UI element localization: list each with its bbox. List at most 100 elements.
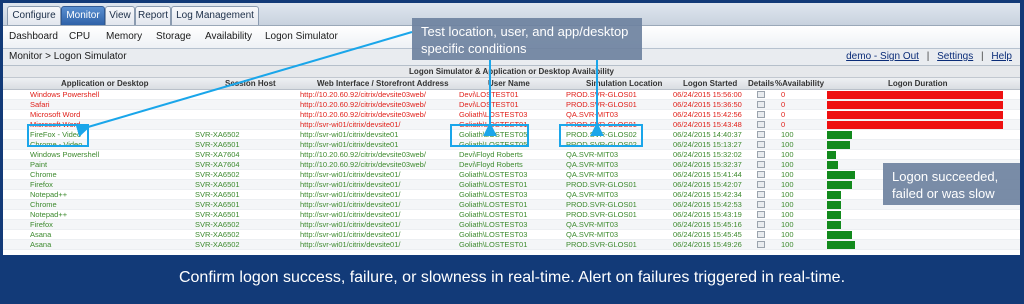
col-logon-duration[interactable]: Logon Duration [888,79,948,88]
subnav-storage[interactable]: Storage [156,31,191,42]
link-separator: | [981,51,984,62]
availability-cell: 100 [781,190,794,199]
table-row[interactable]: Firefox SVR-XA6501 http://svr-wi01/citrix/… [3,180,1020,190]
subnav-cpu[interactable]: CPU [69,31,90,42]
footer-caption: Confirm logon success, failure, or slown… [178,269,846,286]
details-icon[interactable] [757,181,765,188]
col-logon-started[interactable]: Logon Started [683,79,737,88]
table-row[interactable]: Asana SVR-XA6502 http://svr-wi01/citrix/de… [3,230,1020,240]
session-host-cell: SVR-XA7604 [195,150,240,159]
details-icon[interactable] [757,201,765,208]
simulation-location-cell: PROD.SVR-GLOS01 [566,240,637,249]
table-row[interactable]: Firefox SVR-XA6502 http://svr-wi01/citrix/… [3,220,1020,230]
details-icon[interactable] [757,221,765,228]
logon-started-cell: 06/24/2015 14:40:37 [673,130,742,139]
table-row[interactable]: Notepad++ SVR-XA6501 http://svr-wi01/citri… [3,190,1020,200]
session-host-cell: SVR-XA6501 [195,180,240,189]
help-link[interactable]: Help [991,51,1012,62]
logon-started-cell: 06/24/2015 15:49:26 [673,240,742,249]
user-name-cell: Devi\Floyd Roberts [459,160,523,169]
availability-cell: 100 [781,240,794,249]
app-cell: Windows Powershell [30,90,100,99]
logon-duration-bar [827,161,838,169]
highlight-app-box [27,124,89,147]
col-session-host[interactable]: Session Host [225,79,276,88]
col-details[interactable]: Details [748,79,774,88]
col-application[interactable]: Application or Desktop [61,79,149,88]
details-icon[interactable] [757,91,765,98]
tab-view[interactable]: View [105,6,135,25]
col-web-interface[interactable]: Web Interface / Storefront Address [317,79,449,88]
breadcrumb: Monitor > Logon Simulator [9,51,127,62]
simulation-location-cell: QA.SVR-MIT03 [566,170,619,179]
user-name-cell: Goliath\LOSTEST01 [459,180,528,189]
logon-duration-bar [827,141,850,149]
web-interface-cell: http://svr-wi01/citrix/devsite01 [300,130,399,139]
availability-cell: 100 [781,230,794,239]
table-row[interactable]: Microsoft Word http://10.20.60.92/citrix/… [3,110,1020,120]
details-icon[interactable] [757,241,765,248]
app-cell: Notepad++ [30,210,68,219]
app-cell: Notepad++ [30,190,68,199]
details-icon[interactable] [757,151,765,158]
session-host-cell: SVR-XA6502 [195,170,240,179]
subnav-logon-simulator[interactable]: Logon Simulator [265,31,338,42]
conditions-callout: Test location, user, and app/desktop spe… [412,18,642,60]
details-icon[interactable] [757,141,765,148]
table-row[interactable]: Chrome SVR-XA6502 http://svr-wi01/citrix/d… [3,170,1020,180]
settings-link[interactable]: Settings [937,51,973,62]
details-icon[interactable] [757,211,765,218]
col-user-name[interactable]: User Name [488,79,530,88]
subnav-dashboard[interactable]: Dashboard [9,31,58,42]
table-row[interactable]: Notepad++ SVR-XA6501 http://svr-wi01/citri… [3,210,1020,220]
app-cell: Chrome [30,170,57,179]
user-name-cell: Goliath\LOSTEST01 [459,200,528,209]
details-icon[interactable] [757,161,765,168]
web-interface-cell: http://10.20.60.92/citrix/devsite03web/ [300,160,426,169]
session-host-cell: SVR-XA6502 [195,230,240,239]
session-host-cell: SVR-XA6501 [195,200,240,209]
tab-monitor[interactable]: Monitor [61,6,105,25]
web-interface-cell: http://10.20.60.92/citrix/devsite03web/ [300,90,426,99]
details-icon[interactable] [757,101,765,108]
app-cell: Paint [30,160,48,169]
logon-duration-bar [827,201,841,209]
table-row[interactable]: Safari http://10.20.60.92/citrix/devsite0… [3,100,1020,110]
logon-duration-bar [827,211,841,219]
logon-duration-bar [827,101,1003,109]
tab-log-management[interactable]: Log Management [171,6,259,25]
web-interface-cell: http://svr-wi01/citrix/devsite01/ [300,190,401,199]
highlight-location-box [559,124,643,147]
availability-cell: 100 [781,220,794,229]
details-icon[interactable] [757,121,765,128]
details-icon[interactable] [757,191,765,198]
details-icon[interactable] [757,111,765,118]
simulation-location-cell: PROD.SVR-GLOS01 [566,180,637,189]
table-row[interactable]: Asana SVR-XA6502 http://svr-wi01/citrix/de… [3,240,1020,250]
logon-duration-bar [827,181,852,189]
logon-started-cell: 06/24/2015 15:36:50 [673,100,742,109]
table-row[interactable]: Chrome SVR-XA6501 http://svr-wi01/citrix/d… [3,200,1020,210]
availability-cell: 0 [781,120,786,129]
table-row[interactable]: Paint SVR-XA7604 http://10.20.60.92/citrix… [3,160,1020,170]
col-availability[interactable]: %Availability [775,79,824,88]
subnav-availability[interactable]: Availability [205,31,252,42]
logon-duration-bar [827,131,852,139]
details-icon[interactable] [757,171,765,178]
subnav-memory[interactable]: Memory [106,31,142,42]
details-icon[interactable] [757,131,765,138]
details-icon[interactable] [757,231,765,238]
result-callout: Logon succeeded, failed or was slow [883,163,1020,205]
user-name-cell: Devi\Floyd Roberts [459,150,523,159]
app-cell: Chrome [30,200,57,209]
sign-out-link[interactable]: demo - Sign Out [846,51,919,62]
table-row[interactable]: Windows Powershell http://10.20.60.92/cit… [3,90,1020,100]
user-name-cell: Devi\LOSTEST01 [459,100,519,109]
col-simulation-location[interactable]: Simulation Location [586,79,662,88]
logon-duration-bar [827,121,1003,129]
table-row[interactable]: Windows Powershell SVR-XA7604 http://10.20… [3,150,1020,160]
availability-cell: 100 [781,170,794,179]
tab-configure[interactable]: Configure [7,6,61,25]
user-name-cell: Devi\LOSTEST01 [459,90,519,99]
tab-report[interactable]: Report [135,6,171,25]
